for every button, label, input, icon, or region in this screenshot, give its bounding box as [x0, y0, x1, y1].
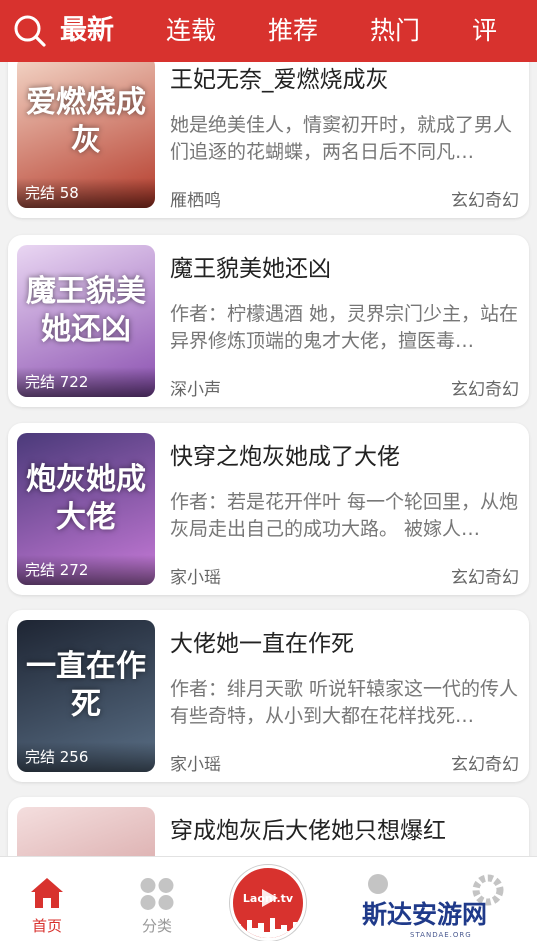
- book-cover[interactable]: 魔王貌美她还凶 完结 722: [17, 245, 155, 397]
- book-title[interactable]: 魔王貌美她还凶: [170, 249, 331, 283]
- status-badge: 完结 58: [17, 178, 155, 208]
- cover-art-title: 一直在作死: [26, 649, 146, 722]
- status-badge: 完结 256: [17, 742, 155, 772]
- book-card[interactable]: 爱燃烧成灰 完结 58 王妃无奈_爱燃烧成灰 她是绝美佳人，情窦初开时，就成了男…: [8, 62, 529, 218]
- nav-category-label: 分类: [141, 917, 172, 935]
- book-card[interactable]: 炮灰她成大佬 完结 272 快穿之炮灰她成了大佬 作者：若是花开伴叶 每一个轮回…: [8, 423, 529, 595]
- cover-art-title: 爱燃烧成灰: [26, 85, 146, 158]
- bottom-nav-bar: 首页 分类 Laoni.tv 斯达安游网 STANDAE.ORG: [0, 856, 537, 941]
- category-tabs: 最新 连载 推荐 热门 评: [60, 0, 537, 62]
- nav-home[interactable]: 首页: [2, 857, 92, 941]
- tab-latest[interactable]: 最新: [60, 0, 114, 62]
- book-cover[interactable]: 炮灰她成大佬 完结 272: [17, 433, 155, 585]
- user-icon: [368, 874, 388, 894]
- watermark-logo: 斯达安游网: [362, 900, 488, 929]
- book-title[interactable]: 大佬她一直在作死: [170, 624, 354, 658]
- book-description: 作者：若是花开伴叶 每一个轮回里，从炮灰局走出自己的成功大路。 被嫁人…: [170, 491, 519, 540]
- top-nav-bar: 最新 连载 推荐 热门 评: [0, 0, 537, 62]
- cover-art-title: 魔王貌美她还凶: [26, 274, 146, 347]
- search-icon: [14, 15, 46, 47]
- book-author: 家小瑶: [170, 568, 221, 588]
- book-cover[interactable]: [17, 807, 155, 856]
- book-title[interactable]: 穿成炮灰后大佬她只想爆红: [170, 811, 446, 845]
- tab-popular[interactable]: 热门: [370, 0, 420, 62]
- tab-serializing[interactable]: 连载: [166, 0, 216, 62]
- search-button[interactable]: [0, 0, 60, 62]
- book-card[interactable]: 一直在作死 完结 256 大佬她一直在作死 作者：绯月天歌 听说轩辕家这一代的传…: [8, 610, 529, 782]
- book-author: 深小声: [170, 380, 221, 400]
- book-author: 家小瑶: [170, 755, 221, 775]
- book-description: 作者：绯月天歌 听说轩辕家这一代的传人有些奇特，从小到大都在花样找死…: [170, 678, 519, 727]
- grid-icon: [140, 878, 174, 910]
- nav-home-label: 首页: [31, 917, 62, 935]
- book-author: 雁栖鸣: [170, 191, 221, 211]
- book-genre: 玄幻奇幻: [451, 191, 519, 211]
- home-icon: [31, 878, 63, 908]
- book-genre: 玄幻奇幻: [451, 755, 519, 775]
- book-title[interactable]: 王妃无奈_爱燃烧成灰: [170, 62, 389, 94]
- book-card[interactable]: 魔王貌美她还凶 完结 722 魔王貌美她还凶 作者：柠檬遇酒 她，灵界宗门少主，…: [8, 235, 529, 407]
- book-card[interactable]: 穿成炮灰后大佬她只想爆红: [8, 797, 529, 856]
- book-list: 爱燃烧成灰 完结 58 王妃无奈_爱燃烧成灰 她是绝美佳人，情窦初开时，就成了男…: [0, 62, 537, 856]
- tab-recommended[interactable]: 推荐: [268, 0, 318, 62]
- nav-category[interactable]: 分类: [112, 857, 202, 941]
- book-genre: 玄幻奇幻: [451, 568, 519, 588]
- center-play-button[interactable]: Laoni.tv: [230, 865, 306, 941]
- book-description: 作者：柠檬遇酒 她，灵界宗门少主，站在异界修炼顶端的鬼才大佬，擅医毒…: [170, 303, 519, 352]
- tab-more[interactable]: 评: [472, 0, 497, 62]
- status-badge: 完结 722: [17, 367, 155, 397]
- book-genre: 玄幻奇幻: [451, 380, 519, 400]
- watermark-subtext: STANDAE.ORG: [410, 931, 472, 939]
- city-skyline-icon: [233, 918, 303, 938]
- status-badge: 完结 272: [17, 555, 155, 585]
- book-cover[interactable]: 一直在作死 完结 256: [17, 620, 155, 772]
- play-icon: [262, 889, 278, 907]
- cover-art-title: 炮灰她成大佬: [26, 462, 146, 535]
- book-cover[interactable]: 爱燃烧成灰 完结 58: [17, 62, 155, 208]
- book-description: 她是绝美佳人，情窦初开时，就成了男人们追逐的花蝴蝶，两名日后不同凡…: [170, 114, 513, 163]
- book-title[interactable]: 快穿之炮灰她成了大佬: [170, 437, 400, 471]
